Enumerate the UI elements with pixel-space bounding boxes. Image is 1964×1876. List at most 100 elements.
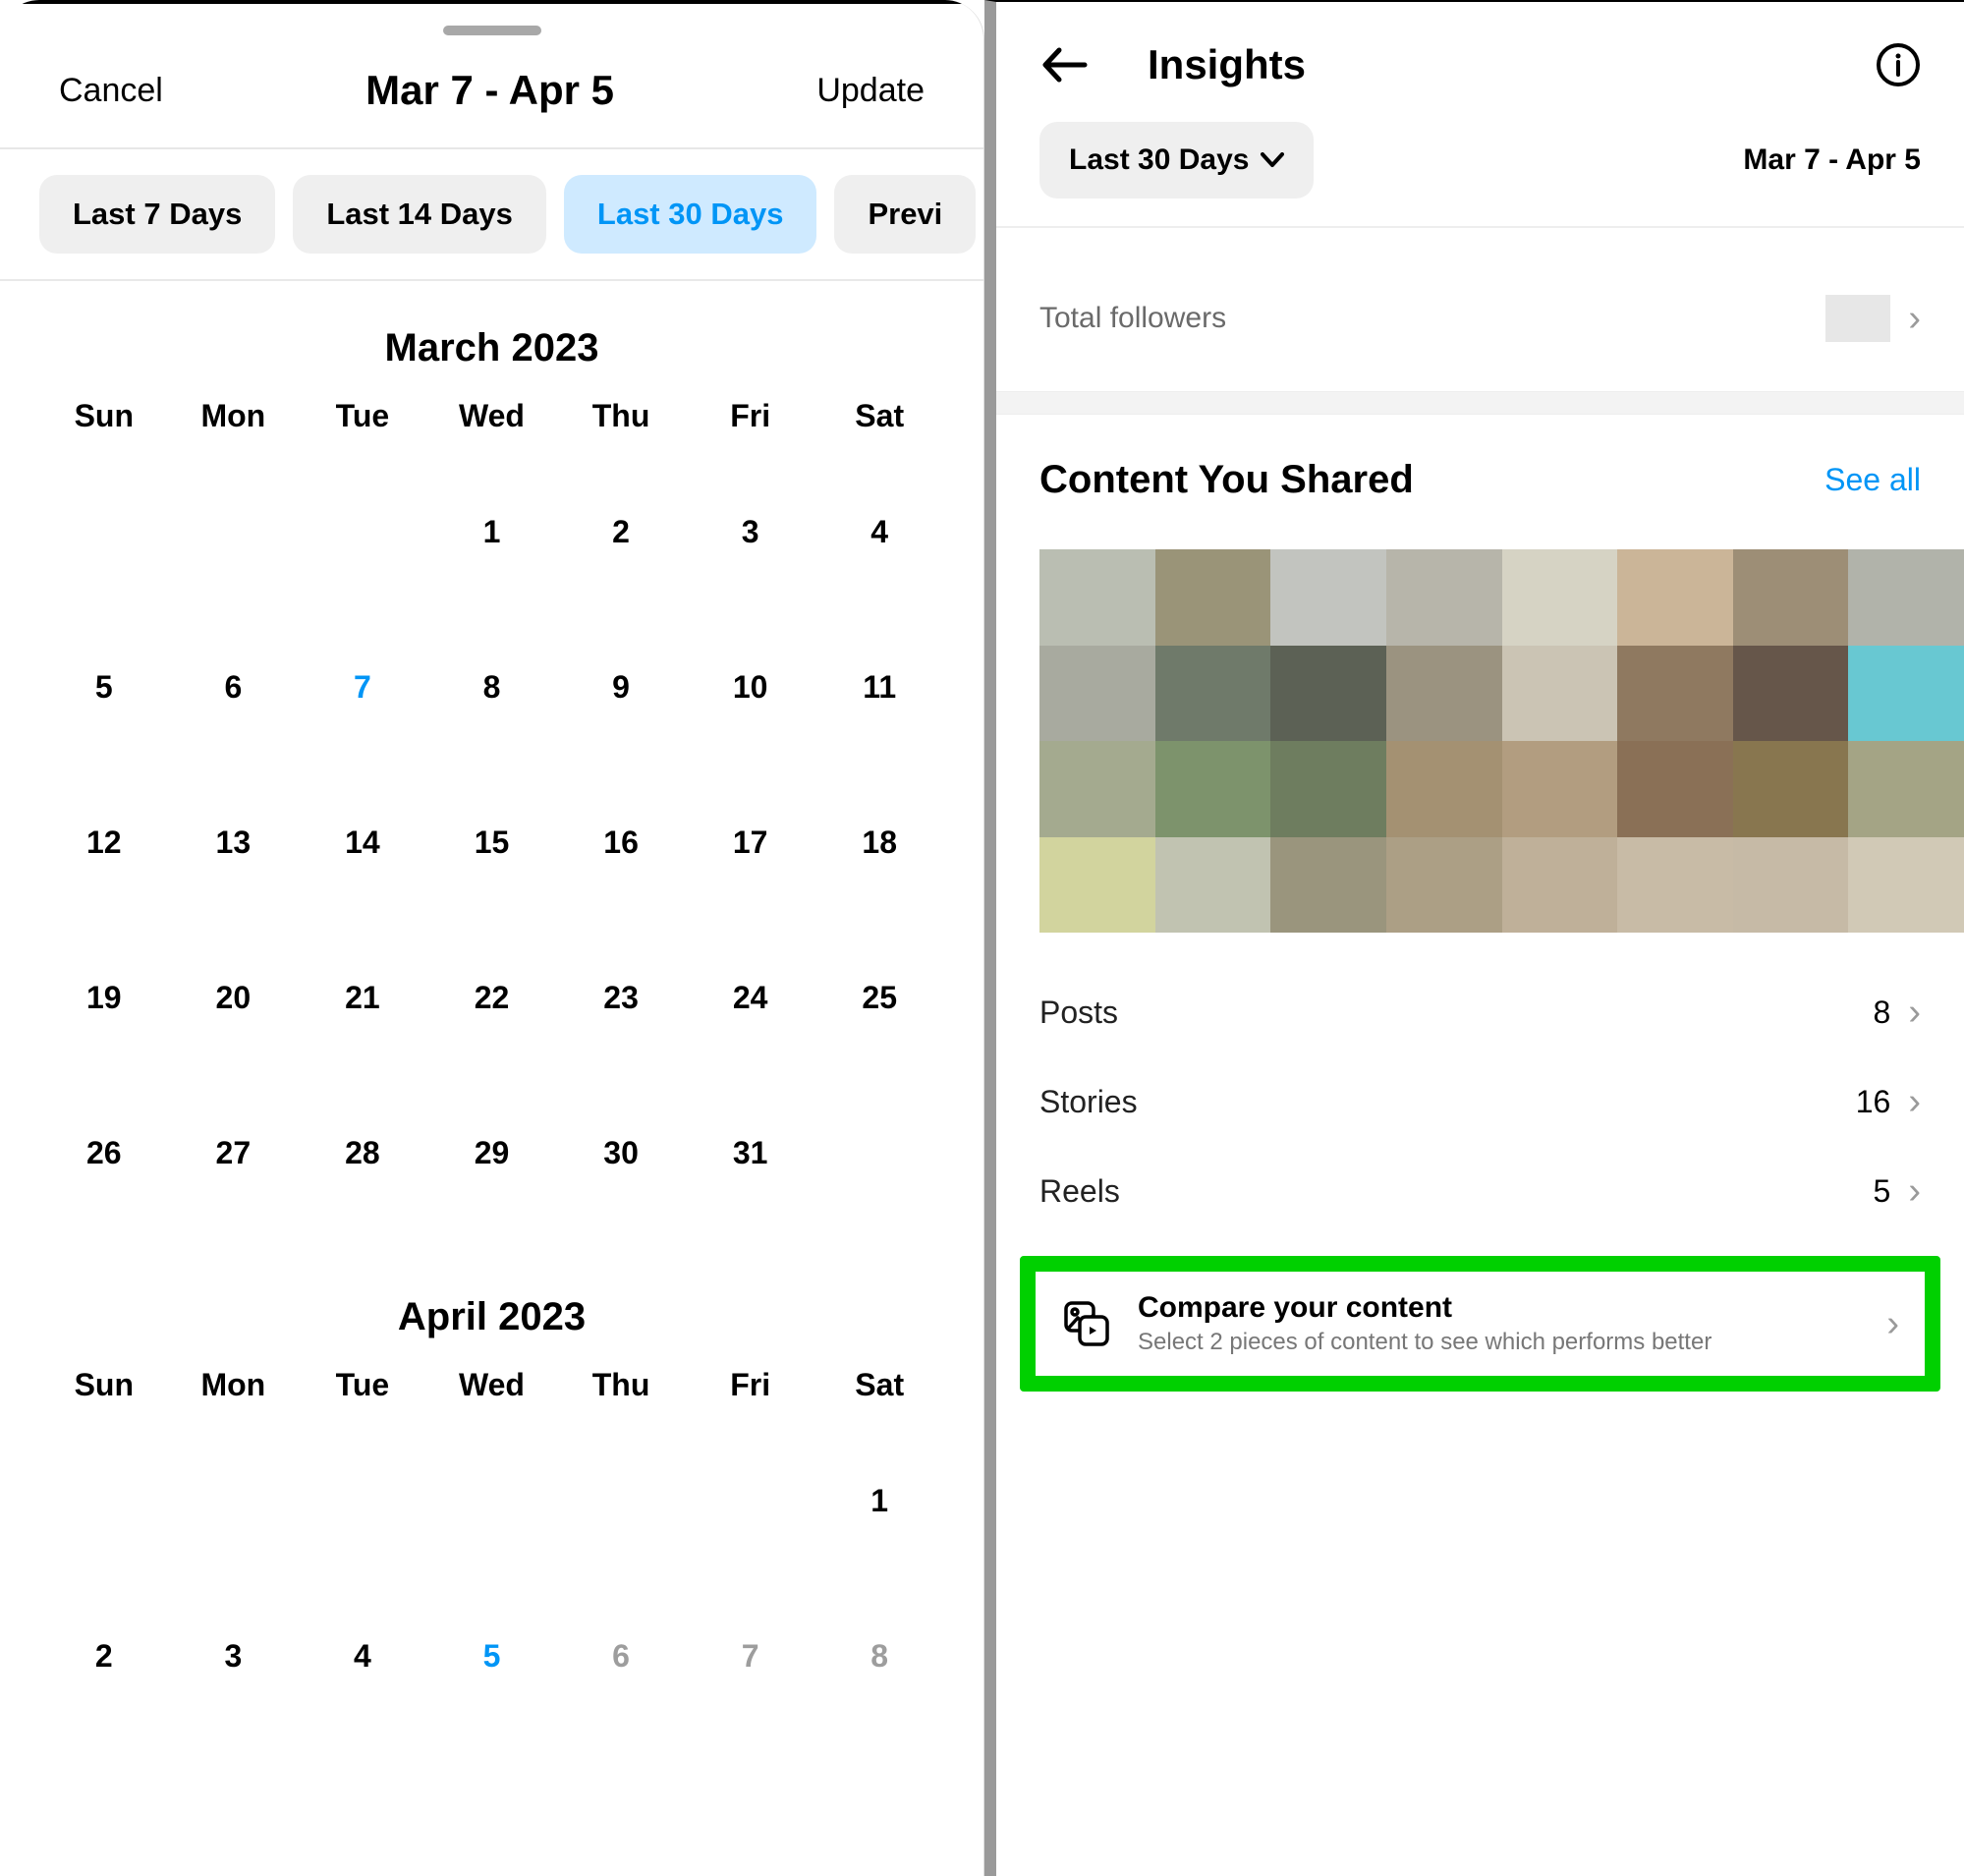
thumbnail-pixel [1502, 646, 1618, 742]
day-of-week-label: Fri [686, 1367, 815, 1403]
preset-chip[interactable]: Previ [834, 175, 976, 254]
section-divider [996, 391, 1964, 415]
content-thumbnails[interactable] [1039, 549, 1964, 933]
thumbnail-pixel [1733, 837, 1849, 934]
update-button[interactable]: Update [816, 72, 925, 110]
range-dates-label: Mar 7 - Apr 5 [1743, 143, 1921, 177]
thumbnail-pixel [1270, 741, 1386, 837]
stat-label: Posts [1039, 995, 1118, 1031]
total-followers-section: Total followers › [996, 228, 1964, 368]
day-of-week-label: Sun [39, 1367, 169, 1403]
calendar-day[interactable]: 25 [814, 939, 944, 1055]
calendar-day[interactable]: 6 [169, 629, 299, 745]
total-followers-label: Total followers [1039, 302, 1226, 335]
stat-value: 8 [1874, 995, 1891, 1031]
calendar-day[interactable]: 1 [427, 474, 557, 590]
calendar-day[interactable]: 22 [427, 939, 557, 1055]
calendar-day[interactable]: 3 [169, 1598, 299, 1714]
insights-title: Insights [1148, 41, 1817, 88]
content-shared-title: Content You Shared [1039, 458, 1414, 502]
calendar-day[interactable]: 7 [298, 629, 427, 745]
content-shared-header: Content You Shared See all [996, 415, 1964, 526]
thumbnail-pixel [1270, 549, 1386, 646]
thumbnail-pixel [1155, 646, 1271, 742]
preset-range-row[interactable]: Last 7 DaysLast 14 DaysLast 30 DaysPrevi [0, 149, 983, 281]
content-stat-row[interactable]: Reels5› [996, 1147, 1964, 1236]
month-title: April 2023 [39, 1295, 944, 1339]
day-of-week-label: Sat [814, 1367, 944, 1403]
content-stat-row[interactable]: Stories16› [996, 1057, 1964, 1147]
calendar-day[interactable]: 9 [556, 629, 686, 745]
preset-chip[interactable]: Last 30 Days [564, 175, 817, 254]
calendar-day[interactable]: 6 [556, 1598, 686, 1714]
calendar-day[interactable]: 12 [39, 784, 169, 900]
thumbnail-pixel [1848, 837, 1964, 934]
day-of-week-label: Wed [427, 398, 557, 434]
calendar-day[interactable]: 21 [298, 939, 427, 1055]
calendar-day[interactable]: 20 [169, 939, 299, 1055]
calendar-day[interactable]: 27 [169, 1095, 299, 1211]
drag-handle[interactable] [443, 26, 541, 35]
calendar-day[interactable]: 23 [556, 939, 686, 1055]
calendar-day[interactable]: 31 [686, 1095, 815, 1211]
chevron-right-icon: › [1886, 1303, 1899, 1345]
calendar-day[interactable]: 17 [686, 784, 815, 900]
range-dropdown[interactable]: Last 30 Days [1039, 122, 1314, 199]
calendar-day[interactable]: 3 [686, 474, 815, 590]
thumbnail-pixel [1848, 646, 1964, 742]
calendar-day[interactable]: 8 [814, 1598, 944, 1714]
calendar-day[interactable]: 14 [298, 784, 427, 900]
calendar-day[interactable]: 26 [39, 1095, 169, 1211]
thumbnail-pixel [1617, 837, 1733, 934]
calendar-day[interactable]: 24 [686, 939, 815, 1055]
calendar-day[interactable]: 2 [39, 1598, 169, 1714]
calendar-day[interactable]: 16 [556, 784, 686, 900]
thumbnail-pixel [1502, 837, 1618, 934]
calendar-day[interactable]: 11 [814, 629, 944, 745]
info-icon[interactable] [1876, 42, 1921, 87]
calendar-day[interactable]: 15 [427, 784, 557, 900]
preset-chip[interactable]: Last 7 Days [39, 175, 275, 254]
cancel-button[interactable]: Cancel [59, 72, 163, 110]
thumbnail-pixel [1733, 646, 1849, 742]
calendar-day[interactable]: 1 [814, 1443, 944, 1559]
calendar-day[interactable]: 5 [427, 1598, 557, 1714]
thumbnail-pixel [1502, 741, 1618, 837]
thumbnail-pixel [1155, 549, 1271, 646]
calendar-day[interactable]: 4 [814, 474, 944, 590]
thumbnail-pixel [1270, 646, 1386, 742]
compare-icon [1061, 1298, 1112, 1349]
calendar-day[interactable]: 29 [427, 1095, 557, 1211]
content-stat-row[interactable]: Posts 8 › [996, 968, 1964, 1057]
compare-title: Compare your content [1138, 1291, 1861, 1325]
chevron-right-icon: › [1908, 992, 1921, 1034]
calendar-day[interactable]: 10 [686, 629, 815, 745]
chevron-right-icon: › [1908, 1081, 1921, 1123]
calendar-day[interactable]: 19 [39, 939, 169, 1055]
date-range-sheet: Cancel Mar 7 - Apr 5 Update Last 7 DaysL… [0, 0, 984, 1876]
insights-header: Insights [996, 2, 1964, 122]
stat-label: Stories [1039, 1084, 1138, 1120]
range-bar: Last 30 Days Mar 7 - Apr 5 [996, 122, 1964, 228]
calendar-day[interactable]: 4 [298, 1598, 427, 1714]
see-all-link[interactable]: See all [1824, 462, 1921, 498]
calendar-day[interactable]: 28 [298, 1095, 427, 1211]
calendar-day[interactable]: 18 [814, 784, 944, 900]
calendar-day[interactable]: 30 [556, 1095, 686, 1211]
thumbnail-pixel [1386, 549, 1502, 646]
preset-chip[interactable]: Last 14 Days [293, 175, 546, 254]
thumbnail-pixel [1039, 646, 1155, 742]
calendar-day[interactable]: 13 [169, 784, 299, 900]
total-followers-row[interactable]: Total followers › [1039, 269, 1921, 368]
day-of-week-label: Mon [169, 1367, 299, 1403]
compare-content-button[interactable]: Compare your content Select 2 pieces of … [1036, 1272, 1925, 1376]
day-of-week-label: Sun [39, 398, 169, 434]
calendar-day[interactable]: 2 [556, 474, 686, 590]
chevron-right-icon: › [1908, 298, 1921, 340]
calendar-day[interactable]: 5 [39, 629, 169, 745]
calendar-day[interactable]: 8 [427, 629, 557, 745]
compare-highlight-box: Compare your content Select 2 pieces of … [1020, 1256, 1940, 1392]
thumbnail-pixel [1733, 741, 1849, 837]
back-arrow-icon[interactable] [1039, 44, 1089, 85]
calendar-day[interactable]: 7 [686, 1598, 815, 1714]
